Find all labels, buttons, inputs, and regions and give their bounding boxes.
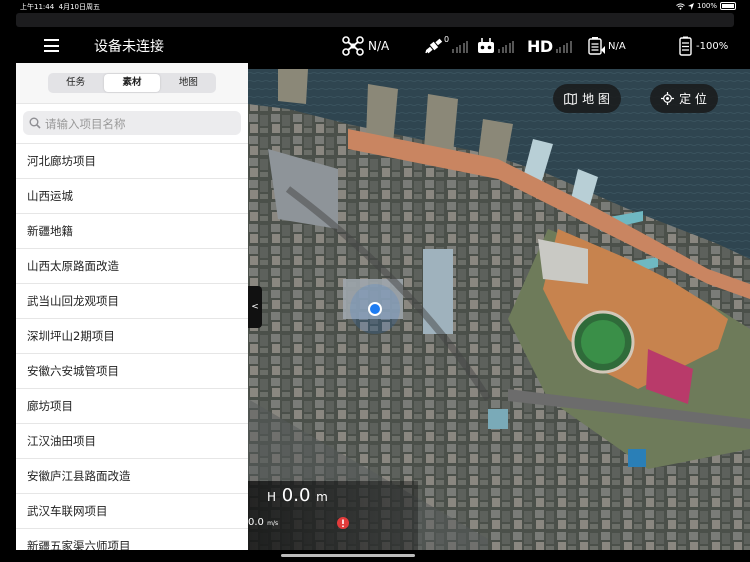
video-signal-bars-icon xyxy=(555,39,572,53)
height-readout: H 0.0 m xyxy=(267,485,328,506)
height-label: H xyxy=(267,490,277,504)
rc-battery-text: N/A xyxy=(608,40,626,52)
status-time-date: 上午11:44 4月10日周五 xyxy=(20,3,101,11)
hamburger-menu-icon[interactable] xyxy=(44,39,59,52)
list-item[interactable]: 安徽六安城管项目 xyxy=(16,354,248,389)
list-item[interactable]: 山西运城 xyxy=(16,179,248,214)
list-item[interactable]: 廊坊项目 xyxy=(16,389,248,424)
tab-task[interactable]: 任务 xyxy=(48,73,103,93)
project-sidebar: 任务 素材 地图 河北廊坊项目 山西运城 新疆地籍 山西太原路面改造 武当山回龙… xyxy=(16,63,248,550)
speed-readout: 0.0 m/s xyxy=(248,517,278,528)
connection-status: 设备未连接 xyxy=(94,39,164,55)
device-battery-indicator: -100% xyxy=(679,34,728,58)
project-list: 河北廊坊项目 山西运城 新疆地籍 山西太原路面改造 武当山回龙观项目 深圳坪山2… xyxy=(16,143,248,550)
segmented-control: 任务 素材 地图 xyxy=(48,73,216,93)
rc-signal-bars-icon xyxy=(498,39,514,53)
hd-video-icon: HD xyxy=(527,36,553,56)
rc-battery-indicator: N/A xyxy=(588,34,626,58)
video-signal-indicator: HD xyxy=(527,34,572,58)
list-item[interactable]: 河北廊坊项目 xyxy=(16,144,248,179)
home-indicator[interactable] xyxy=(281,554,415,557)
satellite-icon xyxy=(425,38,443,54)
search-icon xyxy=(29,117,41,129)
satellite-indicator: 0 xyxy=(424,34,469,58)
satellite-signal-bars-icon xyxy=(452,39,469,53)
sidebar-collapse-button[interactable]: < xyxy=(248,286,262,328)
location-icon xyxy=(687,2,694,10)
satellite-map[interactable]: 地 图 定 位 H 0.0 m 0.0 m/s xyxy=(248,69,750,550)
list-item[interactable]: 江汉油田项目 xyxy=(16,424,248,459)
system-status-bar: 上午11:44 4月10日周五 100% xyxy=(0,0,750,12)
list-item[interactable]: 武汉车联网项目 xyxy=(16,494,248,529)
list-item[interactable]: 山西太原路面改造 xyxy=(16,249,248,284)
status-icons: 100% xyxy=(676,2,736,10)
map-button-label: 地 图 xyxy=(582,92,610,106)
drone-status-text: N/A xyxy=(368,39,390,53)
map-button[interactable]: 地 图 xyxy=(553,84,621,113)
locate-button-label: 定 位 xyxy=(679,92,707,106)
tab-map[interactable]: 地图 xyxy=(161,73,216,93)
list-item[interactable]: 安徽庐江县路面改造 xyxy=(16,459,248,494)
battery-icon xyxy=(720,2,736,10)
flight-data-hud: H 0.0 m 0.0 m/s xyxy=(248,481,418,550)
rc-battery-icon xyxy=(588,37,605,55)
locate-icon xyxy=(661,92,675,105)
tab-materials[interactable]: 素材 xyxy=(104,74,160,92)
search-input[interactable] xyxy=(43,114,237,134)
map-icon xyxy=(564,92,577,105)
speed-unit: m/s xyxy=(267,520,279,527)
top-bar: 设备未连接 N/A 0 HD N/A -100% xyxy=(0,28,750,63)
satellite-count: 0 xyxy=(444,35,450,44)
drone-status-indicator: N/A xyxy=(342,34,389,58)
list-item[interactable]: 深圳坪山2期项目 xyxy=(16,319,248,354)
height-unit: m xyxy=(316,490,328,504)
list-item[interactable]: 新疆地籍 xyxy=(16,214,248,249)
wifi-icon xyxy=(676,2,685,10)
warning-icon[interactable] xyxy=(336,515,350,529)
height-value: 0.0 xyxy=(281,485,311,506)
current-location-marker xyxy=(368,302,382,316)
list-item[interactable]: 新疆五家渠六师项目 xyxy=(16,529,248,550)
battery-percent: 100% xyxy=(696,2,717,10)
sidebar-header: 任务 素材 地图 xyxy=(16,63,248,104)
remote-controller-icon xyxy=(478,38,494,53)
satellite-imagery xyxy=(248,69,750,550)
list-item[interactable]: 武当山回龙观项目 xyxy=(16,284,248,319)
phone-battery-icon xyxy=(679,36,692,56)
search-box xyxy=(23,111,241,135)
device-battery-text: -100% xyxy=(696,40,729,52)
locate-button[interactable]: 定 位 xyxy=(650,84,718,113)
drone-icon xyxy=(342,36,364,56)
rc-signal-indicator xyxy=(477,34,514,58)
speed-value: 0.0 xyxy=(248,517,264,528)
top-notification-strip xyxy=(16,13,734,27)
